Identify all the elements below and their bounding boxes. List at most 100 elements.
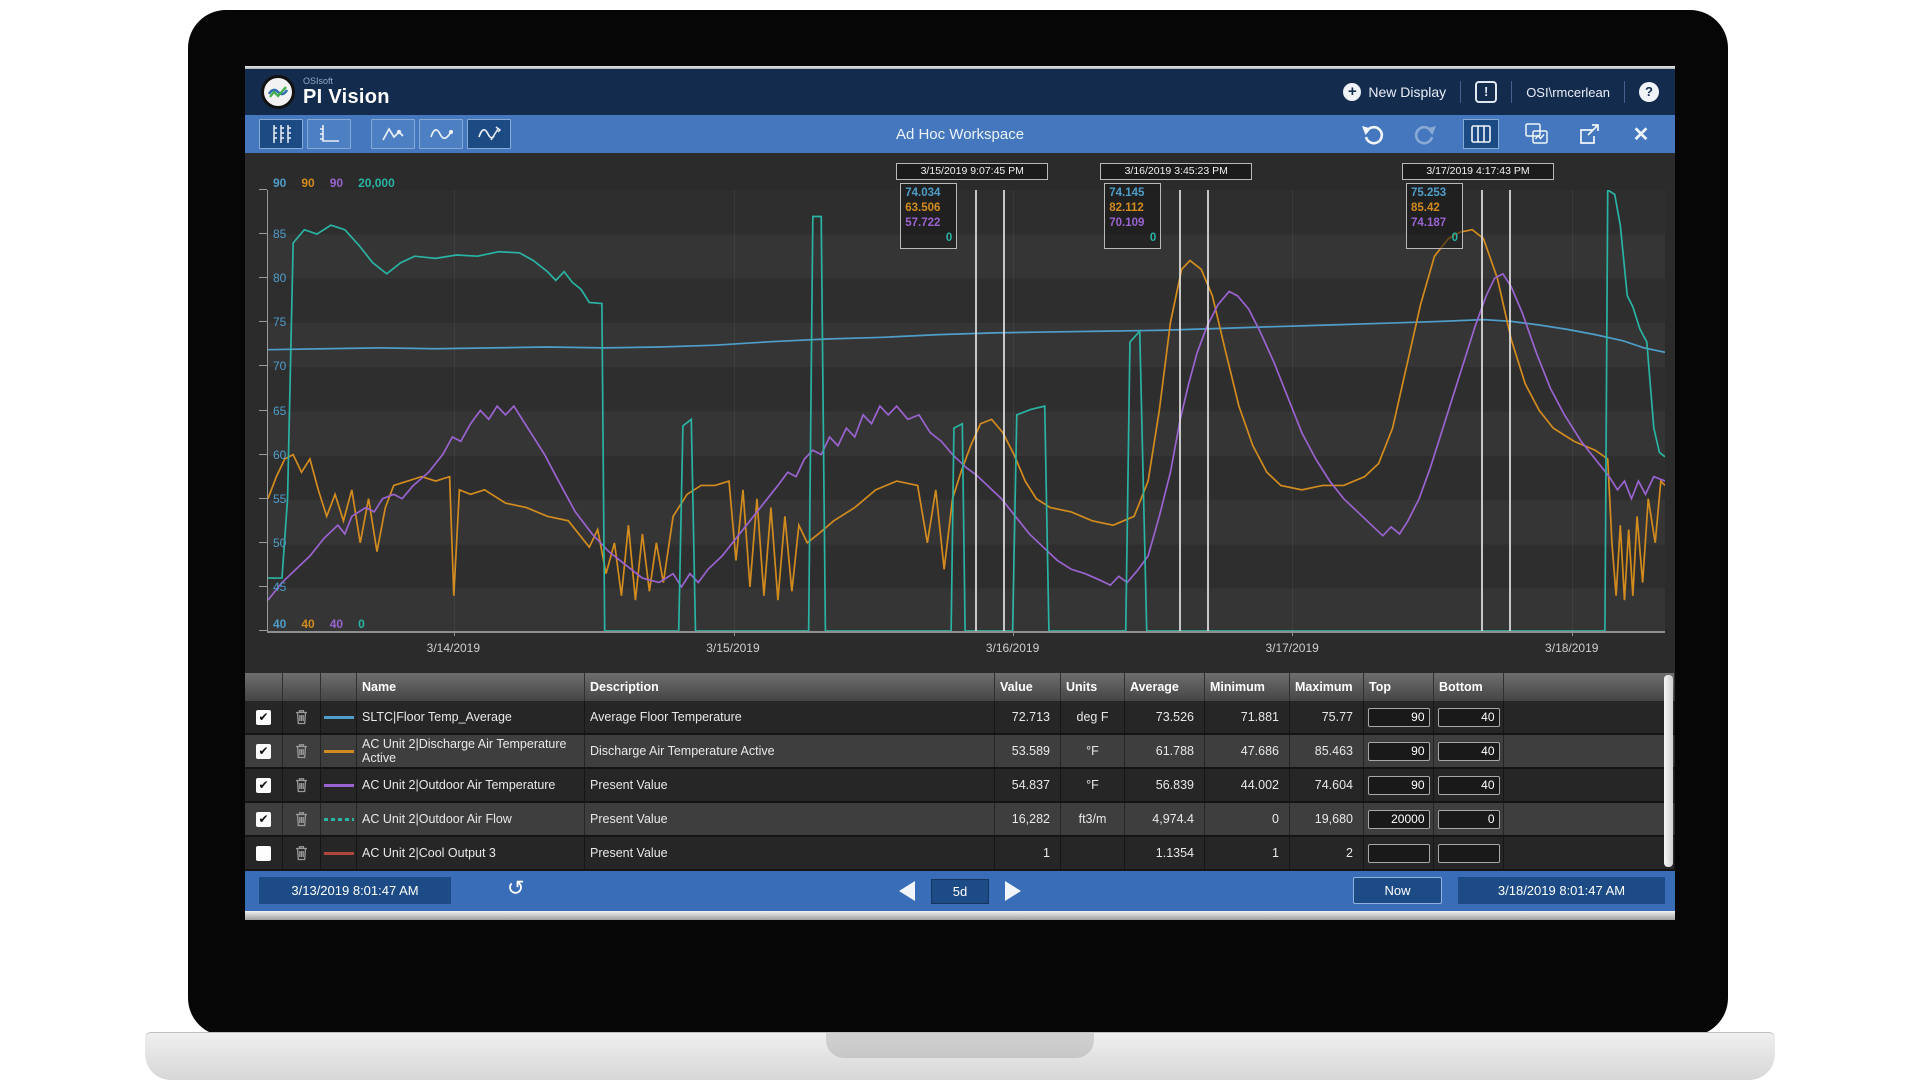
swatch-cell <box>321 769 357 801</box>
scale-limit-label: 90 <box>330 176 343 190</box>
show-table-button[interactable] <box>1463 119 1499 149</box>
delete-trace-button[interactable] <box>283 837 321 869</box>
col-description[interactable]: Description <box>585 673 995 701</box>
col-top[interactable]: Top <box>1364 673 1434 701</box>
x-tick-label: 3/17/2019 <box>1265 641 1318 655</box>
col-bottom[interactable]: Bottom <box>1434 673 1504 701</box>
cell-average: 73.526 <box>1125 701 1205 733</box>
chart-cursor-line[interactable] <box>1207 190 1209 631</box>
cell-maximum: 19,680 <box>1290 803 1364 835</box>
delete-trace-button[interactable] <box>283 735 321 767</box>
cell-top <box>1364 837 1434 869</box>
chart-cursor-line[interactable] <box>1481 190 1483 631</box>
cell-average: 56.839 <box>1125 769 1205 801</box>
cell-description: Present Value <box>585 803 995 835</box>
osisoft-logo-icon[interactable] <box>261 75 295 109</box>
table-row[interactable]: ✔AC Unit 2|Outdoor Air FlowPresent Value… <box>245 803 1675 837</box>
cursor-timestamp[interactable]: 3/17/2019 4:17:43 PM <box>1402 163 1554 180</box>
table-scrollbar[interactable] <box>1664 675 1673 867</box>
col-maximum[interactable]: Maximum <box>1290 673 1364 701</box>
redo-button[interactable] <box>1411 121 1439 147</box>
cursor-value: 74.034 <box>905 186 952 201</box>
cell-units <box>1061 837 1125 869</box>
trace-checkbox-checked[interactable]: ✔ <box>256 710 271 725</box>
refresh-icon[interactable]: ↺ <box>507 876 525 901</box>
plot-area[interactable]: 8580757065605550453/15/2019 9:07:45 PM74… <box>267 190 1665 633</box>
export-button[interactable] <box>1575 121 1603 147</box>
scale-limit-label: 40 <box>301 617 314 631</box>
scale-limit-label: 90 <box>273 176 286 190</box>
trend-style-bar-button[interactable] <box>371 119 415 149</box>
delete-trace-button[interactable] <box>283 769 321 801</box>
table-row[interactable]: ✔SLTC|Floor Temp_AverageAverage Floor Te… <box>245 701 1675 735</box>
swatch-cell <box>321 701 357 733</box>
step-back-button[interactable] <box>899 881 915 901</box>
bottom-scale-input[interactable] <box>1438 776 1500 795</box>
trace-color-swatch <box>324 716 354 719</box>
bottom-scale-input[interactable] <box>1438 708 1500 727</box>
day-gridline <box>734 190 735 631</box>
help-icon[interactable]: ? <box>1639 82 1659 102</box>
time-range-box[interactable]: 5d <box>931 879 989 904</box>
trash-icon <box>295 777 308 793</box>
start-time-box[interactable]: 3/13/2019 8:01:47 AM <box>259 877 451 904</box>
multiple-scales-button[interactable] <box>259 119 303 149</box>
top-scale-input[interactable] <box>1368 742 1430 761</box>
table-row[interactable]: ✔AC Unit 2|Outdoor Air TemperaturePresen… <box>245 769 1675 803</box>
username-label[interactable]: OSI\rmcerlean <box>1526 85 1610 100</box>
trace-checkbox-checked[interactable]: ✔ <box>256 744 271 759</box>
trace-checkbox-unchecked[interactable] <box>256 846 271 861</box>
col-value[interactable]: Value <box>995 673 1061 701</box>
step-forward-button[interactable] <box>1005 881 1021 901</box>
trend-style-line-button[interactable] <box>419 119 463 149</box>
cursor-timestamp[interactable]: 3/15/2019 9:07:45 PM <box>896 163 1048 180</box>
table-row[interactable]: AC Unit 2|Cool Output 3Present Value11.1… <box>245 837 1675 871</box>
time-range-bar: 3/13/2019 8:01:47 AM ↺ 5d Now 3/18/2019 … <box>245 871 1675 911</box>
top-scale-input[interactable] <box>1368 810 1430 829</box>
cursor-value: 70.109 <box>1109 216 1156 231</box>
single-scale-button[interactable] <box>307 119 351 149</box>
notifications-icon[interactable]: ! <box>1475 81 1497 103</box>
trend-edit-button[interactable] <box>467 119 511 149</box>
workspace-toolbar: Ad Hoc Workspace <box>245 115 1675 153</box>
now-button[interactable]: Now <box>1353 877 1442 904</box>
col-name[interactable]: Name <box>357 673 585 701</box>
pi-vision-window: OSIsoft PI Vision + New Display ! OSI\rm… <box>245 66 1675 920</box>
bottom-scale-input[interactable] <box>1438 742 1500 761</box>
copy-display-button[interactable] <box>1523 121 1551 147</box>
bottom-scale-input[interactable] <box>1438 810 1500 829</box>
bottom-scale-input[interactable] <box>1438 844 1500 863</box>
new-display-button[interactable]: + New Display <box>1343 83 1446 101</box>
y-axis-tick <box>259 498 267 499</box>
top-scale-input[interactable] <box>1368 844 1430 863</box>
table-row[interactable]: ✔AC Unit 2|Discharge Air Temperature Act… <box>245 735 1675 769</box>
chart-cursor-line[interactable] <box>1509 190 1511 631</box>
scale-limit-label: 40 <box>330 617 343 631</box>
cursor-value: 0 <box>905 231 952 246</box>
top-scale-input[interactable] <box>1368 708 1430 727</box>
trace-checkbox-checked[interactable]: ✔ <box>256 778 271 793</box>
cell-bottom <box>1434 837 1504 869</box>
y-axis-tick <box>259 586 267 587</box>
cell-description: Present Value <box>585 837 995 869</box>
chart-cursor-line[interactable] <box>1179 190 1181 631</box>
trash-icon <box>295 743 308 759</box>
cell-maximum: 75.77 <box>1290 701 1364 733</box>
cursor-value: 0 <box>1411 231 1458 246</box>
trace-color-swatch <box>324 750 354 753</box>
undo-button[interactable] <box>1359 121 1387 147</box>
delete-trace-button[interactable] <box>283 803 321 835</box>
close-workspace-button[interactable]: ✕ <box>1627 121 1655 147</box>
chart-cursor-line[interactable] <box>975 190 977 631</box>
chart-cursor-line[interactable] <box>1003 190 1005 631</box>
top-scale-input[interactable] <box>1368 776 1430 795</box>
col-units[interactable]: Units <box>1061 673 1125 701</box>
delete-trace-button[interactable] <box>283 701 321 733</box>
col-minimum[interactable]: Minimum <box>1205 673 1290 701</box>
scale-limit-label: 20,000 <box>358 176 395 190</box>
cursor-timestamp[interactable]: 3/16/2019 3:45:23 PM <box>1100 163 1252 180</box>
end-time-box[interactable]: 3/18/2019 8:01:47 AM <box>1458 877 1665 904</box>
cell-average: 61.788 <box>1125 735 1205 767</box>
col-average[interactable]: Average <box>1125 673 1205 701</box>
trace-checkbox-checked[interactable]: ✔ <box>256 812 271 827</box>
